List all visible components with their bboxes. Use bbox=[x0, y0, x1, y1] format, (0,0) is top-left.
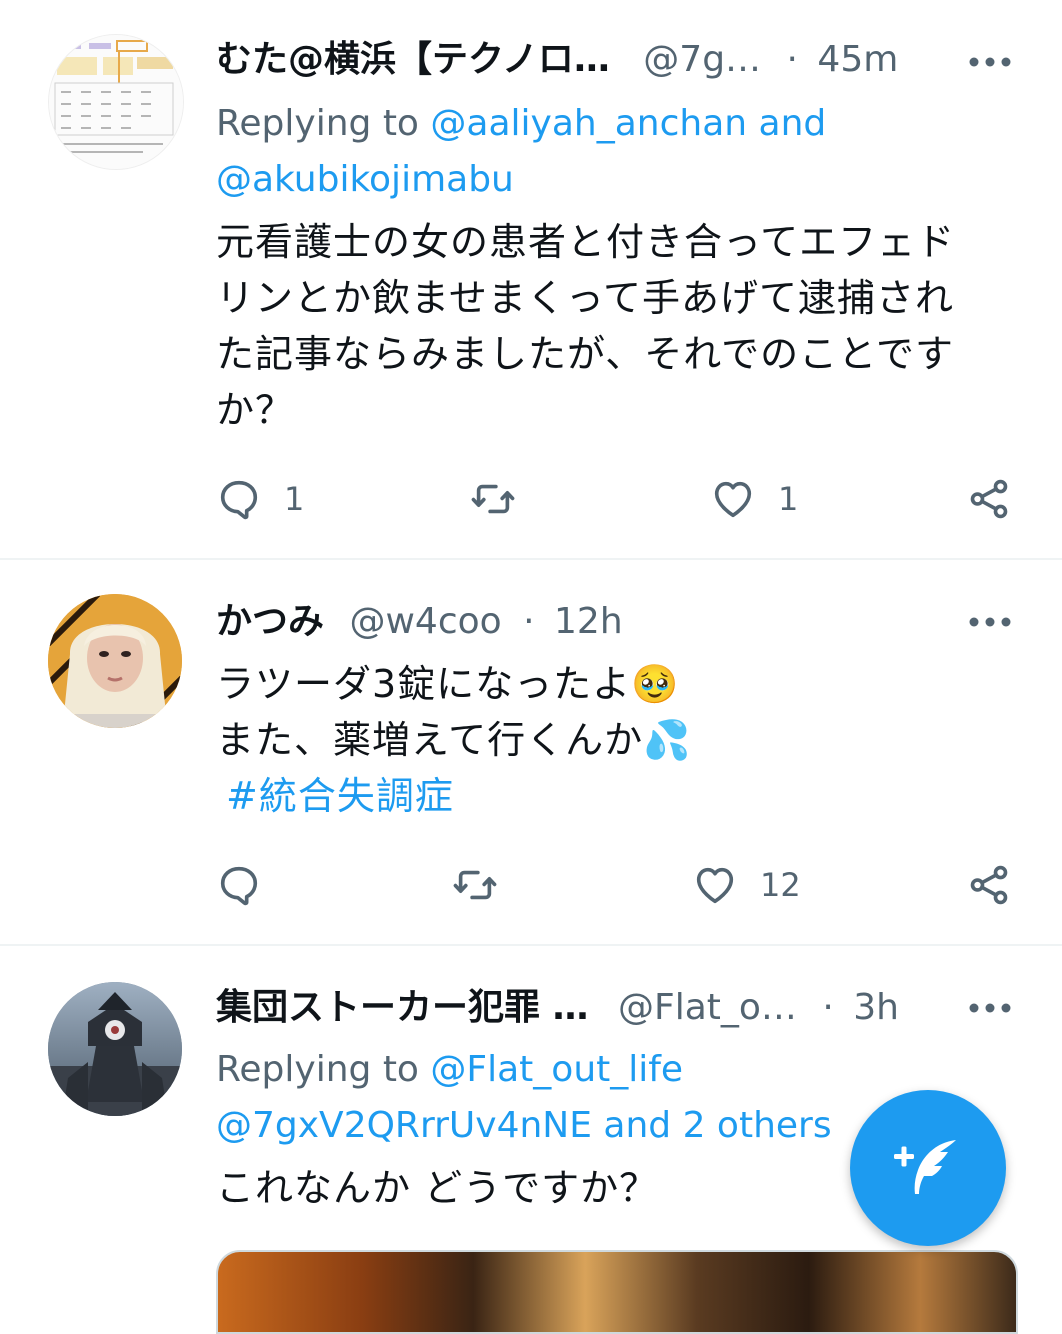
like-count: 1 bbox=[778, 480, 799, 518]
retweet-icon bbox=[471, 484, 515, 514]
separator-dot: · bbox=[523, 601, 535, 642]
timestamp[interactable]: 3h bbox=[853, 987, 899, 1028]
mention-link[interactable]: @7gxV2QRrrUv4nNE and 2 others bbox=[216, 1105, 832, 1146]
tweet-header: むた@横浜【テクノロ… @7g… · 45m bbox=[216, 30, 1016, 90]
like-button[interactable]: 1 bbox=[710, 474, 798, 524]
share-button[interactable] bbox=[966, 860, 1012, 910]
tweet-text-line: た記事ならみましたが、それでのことです bbox=[216, 332, 954, 376]
display-name[interactable]: むた@横浜【テクノロ… bbox=[216, 39, 610, 80]
replying-prefix: Replying to bbox=[216, 1049, 431, 1090]
display-name[interactable]: かつみ bbox=[216, 601, 324, 642]
timestamp[interactable]: 45m bbox=[817, 39, 898, 80]
replying-to: Replying to @Flat_out_life bbox=[216, 1042, 683, 1098]
tweet-header: かつみ @w4coo · 12h bbox=[216, 592, 1016, 652]
retweet-button[interactable] bbox=[470, 474, 516, 524]
retweet-button[interactable] bbox=[452, 860, 498, 910]
reply-icon bbox=[220, 866, 258, 906]
replying-prefix: Replying to bbox=[216, 103, 431, 144]
retweet-icon bbox=[453, 870, 497, 900]
avatar[interactable] bbox=[48, 594, 182, 728]
tweet-text-line: か？ bbox=[216, 388, 295, 432]
like-count: 12 bbox=[760, 866, 801, 904]
share-icon bbox=[970, 479, 1008, 519]
tweet-text-line: ラツーダ3錠になったよ🥹 bbox=[216, 662, 680, 706]
mention-link[interactable]: @aaliyah_anchan and bbox=[430, 103, 826, 144]
mention-link[interactable]: @Flat_out_life bbox=[430, 1049, 683, 1090]
avatar-image bbox=[49, 35, 183, 169]
avatar-image bbox=[48, 982, 182, 1116]
tweet-actions: 1 1 bbox=[216, 474, 1016, 524]
reply-button[interactable]: 1 bbox=[216, 474, 304, 524]
avatar-image bbox=[48, 594, 182, 728]
tweet-text: ラツーダ3錠になったよ🥹 また、薬増えて行くんか💦 #統合失調症 bbox=[216, 656, 1016, 824]
display-name[interactable]: 集団ストーカー犯罪 … bbox=[216, 987, 589, 1028]
timestamp[interactable]: 12h bbox=[554, 601, 623, 642]
user-handle[interactable]: @7g… bbox=[643, 39, 761, 80]
replying-to: Replying to @aaliyah_anchan and bbox=[216, 96, 826, 152]
hashtag-link[interactable]: #統合失調症 bbox=[216, 768, 1016, 824]
tweet-actions: 12 bbox=[216, 860, 1016, 910]
tweet-text: 元看護士の女の患者と付き合ってエフェド リンとか飲ませまくって手あげて逮捕され … bbox=[216, 214, 1016, 438]
share-icon bbox=[970, 865, 1008, 905]
avatar[interactable] bbox=[48, 982, 182, 1116]
reply-count: 1 bbox=[284, 480, 305, 518]
compose-tweet-icon bbox=[894, 1140, 956, 1194]
more-icon[interactable] bbox=[968, 610, 1012, 634]
separator-dot: · bbox=[786, 39, 798, 80]
tweet-header: 集団ストーカー犯罪 … @Flat_o… · 3h bbox=[216, 978, 1016, 1038]
replying-to-line-2: @7gxV2QRrrUv4nNE and 2 others bbox=[216, 1098, 832, 1154]
reply-icon bbox=[220, 480, 258, 520]
more-icon[interactable] bbox=[968, 996, 1012, 1020]
avatar[interactable] bbox=[48, 34, 184, 170]
more-icon[interactable] bbox=[968, 50, 1012, 74]
share-button[interactable] bbox=[966, 474, 1012, 524]
like-icon bbox=[696, 867, 734, 904]
tweet-text-line: また、薬増えて行くんか💦 bbox=[216, 718, 692, 762]
reply-button[interactable] bbox=[216, 860, 284, 910]
compose-tweet-button[interactable] bbox=[850, 1090, 1006, 1246]
tweet-2[interactable]: かつみ @w4coo · 12h ラツーダ3錠になったよ🥹 また、薬増えて行くん… bbox=[0, 560, 1062, 944]
tweet-1[interactable]: むた@横浜【テクノロ… @7g… · 45m Replying to @aali… bbox=[0, 0, 1062, 558]
tweet-media-image[interactable] bbox=[216, 1250, 1018, 1334]
tweet-text-line: 元看護士の女の患者と付き合ってエフェド bbox=[216, 220, 956, 264]
mention-link[interactable]: @akubikojimabu bbox=[216, 159, 514, 200]
like-icon bbox=[714, 481, 752, 518]
replying-to-line-2: @akubikojimabu bbox=[216, 152, 514, 208]
tweet-text-line: リンとか飲ませまくって手あげて逮捕され bbox=[216, 276, 954, 320]
user-handle[interactable]: @Flat_o… bbox=[618, 987, 797, 1028]
like-button[interactable]: 12 bbox=[692, 860, 801, 910]
separator-dot: · bbox=[822, 987, 834, 1028]
user-handle[interactable]: @w4coo bbox=[349, 601, 501, 642]
